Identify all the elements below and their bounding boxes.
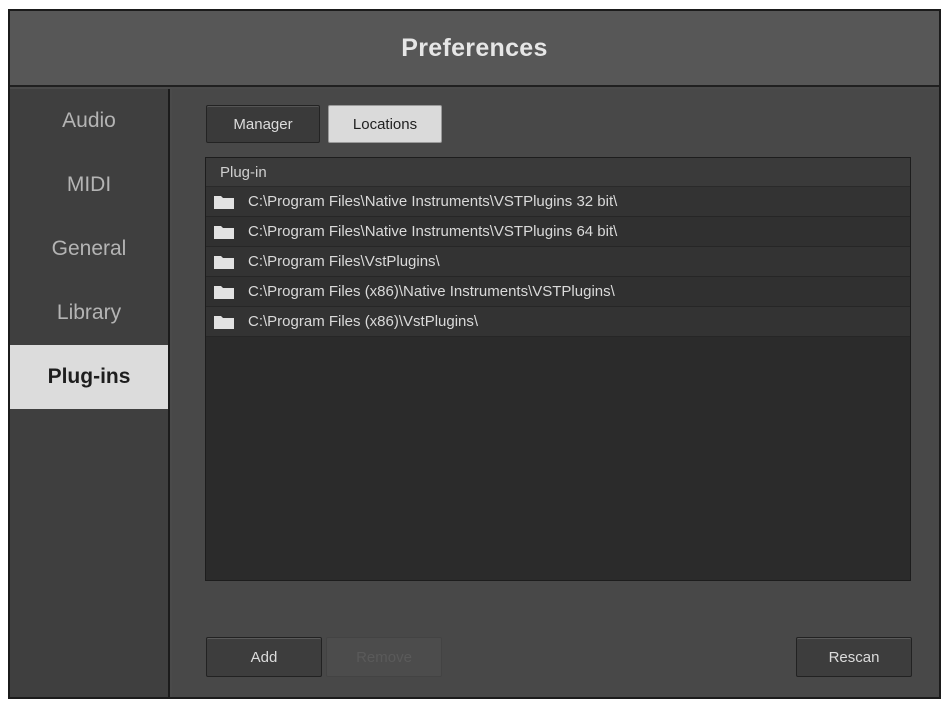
- sidebar-item-midi[interactable]: MIDI: [10, 153, 168, 217]
- tab-locations[interactable]: Locations: [328, 105, 442, 143]
- list-header-plug-in[interactable]: Plug-in: [206, 158, 910, 187]
- sidebar-item-general[interactable]: General: [10, 217, 168, 281]
- sidebar: Audio MIDI General Library Plug-ins: [10, 89, 170, 697]
- list-item-path: C:\Program Files\VstPlugins\: [248, 253, 440, 270]
- preferences-window: Preferences Audio MIDI General Library P…: [8, 9, 941, 699]
- tab-manager[interactable]: Manager: [206, 105, 320, 143]
- list-item-path: C:\Program Files (x86)\Native Instrument…: [248, 283, 615, 300]
- sidebar-item-plug-ins[interactable]: Plug-ins: [10, 345, 168, 409]
- title-bar: Preferences: [10, 11, 939, 87]
- add-button[interactable]: Add: [206, 637, 322, 677]
- list-item[interactable]: C:\Program Files\VstPlugins\: [206, 247, 910, 277]
- list-item-path: C:\Program Files\Native Instruments\VSTP…: [248, 223, 618, 240]
- list-item[interactable]: C:\Program Files\Native Instruments\VSTP…: [206, 187, 910, 217]
- list-item[interactable]: C:\Program Files (x86)\Native Instrument…: [206, 277, 910, 307]
- plugin-locations-list[interactable]: Plug-in C:\Program Files\Native Instrume…: [205, 157, 911, 581]
- content-panel: Manager Locations Plug-in C:\Program Fil…: [172, 89, 939, 697]
- folder-icon: [214, 225, 234, 239]
- window-title: Preferences: [401, 33, 548, 62]
- folder-icon: [214, 255, 234, 269]
- rescan-button[interactable]: Rescan: [796, 637, 912, 677]
- folder-icon: [214, 315, 234, 329]
- sidebar-item-library[interactable]: Library: [10, 281, 168, 345]
- sidebar-item-audio[interactable]: Audio: [10, 89, 168, 153]
- list-item-path: C:\Program Files (x86)\VstPlugins\: [248, 313, 479, 330]
- list-item-path: C:\Program Files\Native Instruments\VSTP…: [248, 193, 618, 210]
- folder-icon: [214, 285, 234, 299]
- list-item[interactable]: C:\Program Files\Native Instruments\VSTP…: [206, 217, 910, 247]
- list-rows: C:\Program Files\Native Instruments\VSTP…: [206, 187, 910, 337]
- list-item[interactable]: C:\Program Files (x86)\VstPlugins\: [206, 307, 910, 337]
- folder-icon: [214, 195, 234, 209]
- remove-button[interactable]: Remove: [326, 637, 442, 677]
